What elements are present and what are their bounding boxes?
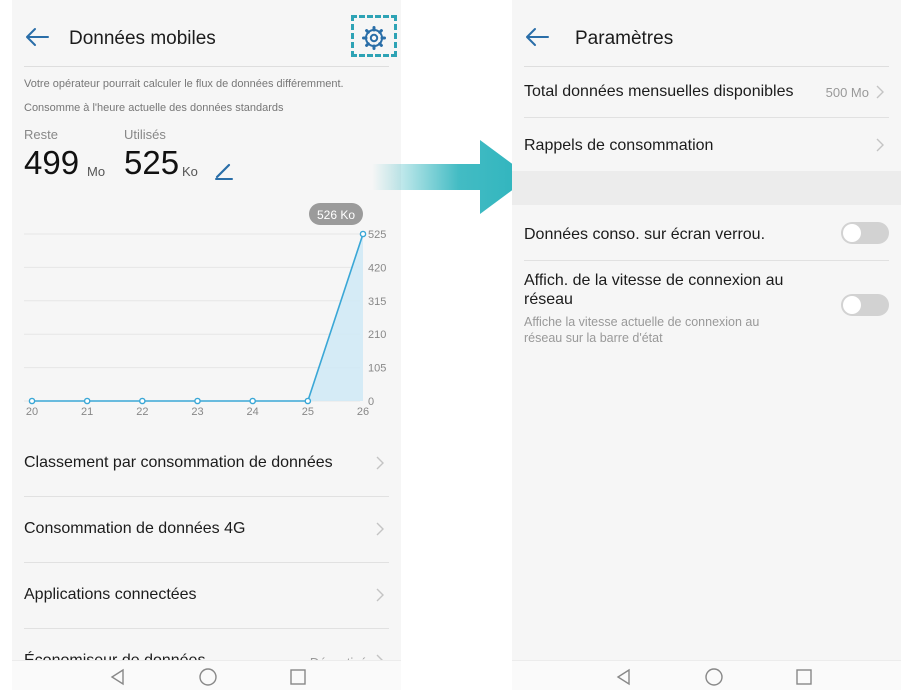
back-icon[interactable] bbox=[24, 26, 50, 48]
series-line bbox=[32, 233, 364, 402]
nav-recent-icon[interactable] bbox=[288, 667, 308, 687]
network-speed-toggle[interactable] bbox=[841, 294, 889, 316]
chart-area bbox=[32, 234, 363, 401]
title-bar: Paramètres bbox=[512, 0, 901, 66]
row-4g-consumption[interactable]: Consommation de données 4G bbox=[24, 497, 389, 563]
row-connected-apps[interactable]: Applications connectées bbox=[24, 563, 389, 629]
remaining-unit: Mo bbox=[87, 164, 106, 179]
toggle-knob bbox=[843, 224, 861, 242]
nav-home-icon[interactable] bbox=[198, 667, 218, 687]
y-tick-label: 210 bbox=[368, 329, 386, 341]
nav-bar bbox=[12, 660, 401, 690]
title-bar: Données mobiles bbox=[12, 0, 401, 66]
row-label: Total données mensuelles disponibles bbox=[524, 83, 794, 100]
y-tick-label: 105 bbox=[368, 363, 386, 375]
row-consumption-reminders[interactable]: Rappels de consommation bbox=[524, 118, 889, 171]
row-monthly-total[interactable]: Total données mensuelles disponibles 500… bbox=[524, 66, 889, 118]
operator-note: Votre opérateur pourrait calculer le flu… bbox=[24, 78, 344, 90]
x-tick-label: 23 bbox=[191, 406, 203, 418]
consumption-note: Consomme à l'heure actuelle des données … bbox=[24, 102, 284, 114]
row-label: Classement par consommation de données bbox=[24, 454, 333, 471]
x-tick-label: 21 bbox=[81, 406, 93, 418]
x-tick-label: 24 bbox=[247, 406, 259, 418]
nav-back-icon[interactable] bbox=[614, 667, 634, 687]
row-label: Applications connectées bbox=[24, 586, 197, 603]
chevron-right-icon bbox=[876, 138, 884, 152]
data-point bbox=[304, 397, 312, 405]
transition-arrow bbox=[372, 140, 530, 214]
speed-label-line1: Affich. de la vitesse de connexion au bbox=[524, 272, 784, 289]
section-divider bbox=[512, 171, 901, 205]
x-tick-label: 26 bbox=[357, 406, 369, 418]
nav-back-icon[interactable] bbox=[108, 667, 128, 687]
gear-icon[interactable] bbox=[362, 26, 386, 50]
row-ranking[interactable]: Classement par consommation de données bbox=[24, 431, 389, 497]
speed-desc-line1: Affiche la vitesse actuelle de connexion… bbox=[524, 315, 760, 329]
nav-recent-icon[interactable] bbox=[794, 667, 814, 687]
used-unit: Ko bbox=[182, 164, 198, 179]
row-value: 500 Mo bbox=[825, 85, 869, 100]
right-phone-screen: Paramètres Total données mensuelles disp… bbox=[512, 0, 901, 690]
used-label: Utilisés bbox=[124, 127, 166, 142]
x-tick-label: 22 bbox=[136, 406, 148, 418]
speed-desc-line2: réseau sur la barre d'état bbox=[524, 331, 663, 345]
header-divider bbox=[24, 66, 389, 67]
row-label: Données conso. sur écran verrou. bbox=[524, 226, 766, 243]
x-tick-label: 25 bbox=[302, 406, 314, 418]
remaining-label: Reste bbox=[24, 127, 58, 142]
y-tick-label: 420 bbox=[368, 262, 386, 274]
row-network-speed: Affich. de la vitesse de connexion au ré… bbox=[524, 261, 889, 357]
data-point bbox=[83, 397, 91, 405]
used-value: 525 bbox=[124, 144, 180, 181]
remaining-value: 499 bbox=[24, 144, 80, 181]
page-title: Paramètres bbox=[575, 28, 674, 49]
y-tick-label: 525 bbox=[368, 229, 386, 241]
data-point bbox=[28, 397, 36, 405]
chevron-right-icon bbox=[376, 522, 384, 536]
chevron-right-icon bbox=[876, 85, 884, 99]
speed-label-line2: réseau bbox=[524, 291, 573, 308]
lock-screen-toggle[interactable] bbox=[841, 222, 889, 244]
data-point bbox=[194, 397, 201, 405]
toggle-knob bbox=[843, 296, 861, 314]
left-phone-screen: Données mobiles Votre opérateur pourrait… bbox=[12, 0, 401, 690]
tooltip-label: 526 Ko bbox=[317, 208, 355, 222]
data-point bbox=[249, 397, 256, 405]
nav-home-icon[interactable] bbox=[704, 667, 724, 687]
row-label: Consommation de données 4G bbox=[24, 520, 246, 537]
edit-icon[interactable] bbox=[213, 159, 235, 181]
back-icon[interactable] bbox=[524, 26, 550, 48]
chevron-right-icon bbox=[376, 588, 384, 602]
x-tick-label: 20 bbox=[26, 406, 38, 418]
page-title: Données mobiles bbox=[69, 28, 216, 49]
y-tick-label: 315 bbox=[368, 296, 386, 308]
data-point bbox=[359, 230, 367, 238]
chevron-right-icon bbox=[376, 456, 384, 470]
nav-bar bbox=[512, 660, 901, 690]
usage-chart: 525420315210105020 21 22 23 24 25 26526 Ko bbox=[24, 203, 386, 418]
data-point bbox=[139, 397, 146, 405]
row-label: Rappels de consommation bbox=[524, 137, 714, 154]
row-lock-screen-usage: Données conso. sur écran verrou. bbox=[524, 205, 889, 261]
